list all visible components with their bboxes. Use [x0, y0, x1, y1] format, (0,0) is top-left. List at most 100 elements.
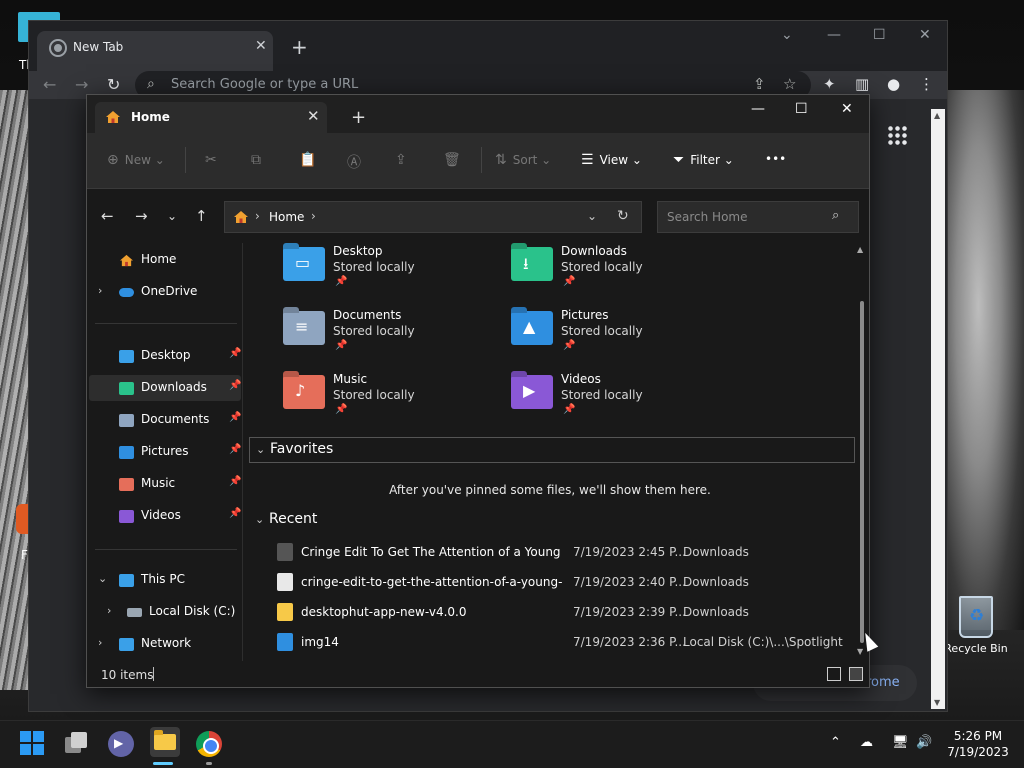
close-tab-icon[interactable]: ✕: [307, 107, 320, 125]
tab-search-icon[interactable]: ⌄: [781, 27, 793, 43]
recycle-bin-shortcut[interactable]: Recycle Bin: [944, 596, 1008, 655]
recent-file-row[interactable]: img14 7/19/2023 2:36 P... Local Disk (C:)\…: [277, 629, 851, 655]
quick-access-folder-desktop[interactable]: ▭ Desktop Stored locally 📌: [283, 244, 503, 303]
breadcrumb-chevron-icon[interactable]: ›: [255, 209, 260, 223]
paste-icon[interactable]: 📋: [299, 152, 322, 168]
tiles-view-icon[interactable]: [849, 667, 863, 681]
close-tab-icon[interactable]: ✕: [255, 38, 267, 54]
chat-app-icon[interactable]: ▶: [108, 731, 134, 757]
pin-icon[interactable]: 📌: [229, 508, 241, 519]
recent-file-row[interactable]: desktophut-app-new-v4.0.0 7/19/2023 2:39 …: [277, 599, 851, 625]
nav-item-pictures[interactable]: Pictures 📌: [89, 439, 241, 465]
content-scrollbar[interactable]: ▲ ▼: [857, 243, 867, 659]
minimize-icon[interactable]: —: [827, 27, 841, 43]
scroll-up-icon[interactable]: ▲: [934, 111, 940, 120]
new-button[interactable]: ⊕ New ⌄: [107, 152, 165, 168]
scroll-down-icon[interactable]: ▼: [857, 647, 863, 656]
expand-chevron-icon[interactable]: ›: [107, 604, 111, 617]
chrome-taskbar-icon[interactable]: [196, 731, 222, 765]
nav-item-downloads[interactable]: Downloads 📌: [89, 375, 241, 401]
chrome-menu-icon[interactable]: ⋮: [919, 75, 934, 93]
scroll-up-icon[interactable]: ▲: [857, 245, 863, 254]
share-icon[interactable]: ⇪: [753, 75, 766, 93]
search-input[interactable]: Search Home ⌕: [657, 201, 859, 233]
scroll-thumb[interactable]: [860, 301, 864, 643]
nav-item-documents[interactable]: Documents 📌: [89, 407, 241, 433]
minimize-icon[interactable]: —: [751, 101, 765, 117]
system-clock[interactable]: 5:26 PM 7/19/2023: [940, 728, 1016, 760]
nav-item-local-disk[interactable]: › Local Disk (C:): [89, 599, 241, 625]
delete-icon[interactable]: 🗑: [443, 152, 467, 168]
chrome-tab-new-tab[interactable]: New Tab ✕: [37, 31, 273, 71]
copy-icon[interactable]: ⧉: [251, 152, 267, 168]
nav-item-onedrive[interactable]: › OneDrive: [89, 279, 241, 305]
recent-file-row[interactable]: Cringe Edit To Get The Attention of a Yo…: [277, 539, 851, 565]
forward-icon[interactable]: →: [75, 75, 88, 94]
view-button[interactable]: ☰ View ⌄: [581, 152, 642, 168]
task-view-button[interactable]: [64, 731, 90, 757]
volume-icon[interactable]: 🔊: [916, 735, 932, 750]
nav-item-this-pc[interactable]: ⌄ This PC: [89, 567, 241, 593]
collapse-chevron-icon[interactable]: ⌄: [255, 513, 264, 526]
quick-access-folder-pictures[interactable]: ▲ Pictures Stored locally 📌: [511, 308, 731, 367]
network-status-icon[interactable]: 🖥: [892, 735, 909, 750]
sort-button[interactable]: ⇅ Sort ⌄: [495, 152, 551, 168]
new-tab-button[interactable]: +: [351, 107, 366, 128]
favorites-header[interactable]: ⌄ Favorites: [249, 437, 855, 463]
breadcrumb-chevron-icon[interactable]: ›: [311, 209, 316, 223]
nav-item-videos[interactable]: Videos 📌: [89, 503, 241, 529]
google-apps-icon[interactable]: [887, 125, 907, 145]
close-window-icon[interactable]: ✕: [919, 27, 931, 43]
expand-chevron-icon[interactable]: ›: [98, 284, 102, 297]
pin-icon[interactable]: 📌: [229, 412, 241, 423]
recent-header[interactable]: ⌄ Recent: [249, 508, 855, 534]
details-view-icon[interactable]: [827, 667, 841, 681]
maximize-icon[interactable]: ☐: [873, 27, 886, 43]
pin-icon[interactable]: 📌: [229, 348, 241, 359]
see-more-button[interactable]: •••: [765, 152, 786, 166]
quick-access-folder-music[interactable]: ♪ Music Stored locally 📌: [283, 372, 503, 431]
side-panel-icon[interactable]: ▥: [855, 75, 869, 93]
address-bar[interactable]: › Home › ⌄ ↻: [224, 201, 642, 233]
recent-locations-icon[interactable]: ⌄: [167, 209, 177, 223]
expand-chevron-icon[interactable]: ›: [98, 636, 102, 649]
quick-access-folder-videos[interactable]: ▶ Videos Stored locally 📌: [511, 372, 731, 431]
scroll-down-icon[interactable]: ▼: [934, 698, 940, 707]
pin-icon[interactable]: 📌: [229, 380, 241, 391]
share-icon[interactable]: ⇪: [395, 152, 413, 168]
chrome-scrollbar[interactable]: ▲ ▼: [931, 109, 945, 709]
collapse-chevron-icon[interactable]: ⌄: [256, 443, 265, 456]
explorer-tab-home[interactable]: Home ✕: [95, 102, 327, 133]
nav-item-desktop[interactable]: Desktop 📌: [89, 343, 241, 369]
pin-icon[interactable]: 📌: [229, 444, 241, 455]
start-button[interactable]: [20, 731, 46, 757]
forward-icon[interactable]: →: [135, 207, 148, 225]
rename-icon[interactable]: Ⓐ: [347, 152, 367, 172]
bookmark-star-icon[interactable]: ☆: [783, 75, 796, 93]
recent-file-row[interactable]: cringe-edit-to-get-the-attention-of-a-yo…: [277, 569, 851, 595]
filter-button[interactable]: ⏷ Filter ⌄: [673, 152, 734, 168]
up-icon[interactable]: ↑: [195, 207, 208, 225]
pin-icon[interactable]: 📌: [229, 476, 241, 487]
back-icon[interactable]: ←: [101, 207, 114, 225]
new-tab-button[interactable]: +: [291, 35, 308, 59]
breadcrumb-home[interactable]: Home: [269, 210, 304, 224]
collapse-chevron-icon[interactable]: ⌄: [98, 572, 107, 585]
quick-access-folder-downloads[interactable]: ⭳ Downloads Stored locally 📌: [511, 244, 731, 303]
cut-icon[interactable]: ✂: [205, 152, 223, 168]
nav-item-music[interactable]: Music 📌: [89, 471, 241, 497]
maximize-icon[interactable]: ☐: [795, 101, 808, 117]
quick-access-folder-documents[interactable]: ≡ Documents Stored locally 📌: [283, 308, 503, 367]
close-window-icon[interactable]: ✕: [841, 101, 853, 117]
nav-item-network[interactable]: › Network: [89, 631, 241, 657]
refresh-icon[interactable]: ↻: [617, 208, 629, 224]
address-dropdown-icon[interactable]: ⌄: [587, 209, 597, 223]
file-explorer-taskbar-icon[interactable]: [150, 727, 180, 765]
reload-icon[interactable]: ↻: [107, 75, 120, 94]
extensions-icon[interactable]: ✦: [823, 75, 836, 93]
profile-icon[interactable]: ●: [887, 75, 900, 93]
onedrive-status-icon[interactable]: ☁: [860, 735, 873, 750]
nav-item-home[interactable]: Home: [89, 247, 241, 273]
show-hidden-icons-icon[interactable]: ⌃: [830, 735, 841, 750]
back-icon[interactable]: ←: [43, 75, 56, 94]
